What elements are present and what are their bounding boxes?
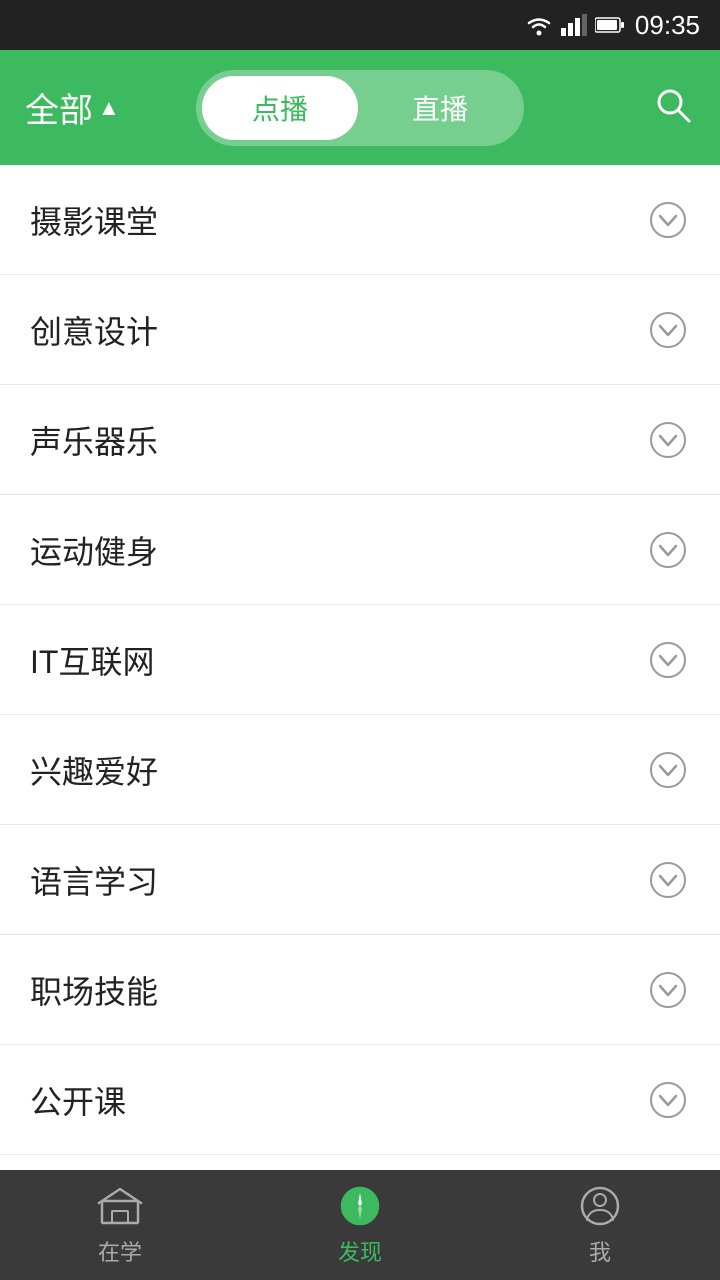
nav-label-discover: 发现 — [338, 1235, 382, 1267]
chevron-down-icon — [646, 968, 690, 1012]
nav-label-learning: 在学 — [98, 1235, 142, 1267]
tab-toggle-group: 点播 直播 — [196, 70, 524, 146]
battery-icon — [595, 16, 625, 34]
all-label: 全部 — [25, 83, 93, 132]
chevron-down-icon — [646, 1078, 690, 1122]
list-item-career[interactable]: 职场技能 — [0, 935, 720, 1045]
list-item-label: 摄影课堂 — [30, 197, 158, 243]
building-icon — [97, 1183, 143, 1229]
list-item-opencourse[interactable]: 公开课 — [0, 1045, 720, 1155]
list-item-label: 运动健身 — [30, 527, 158, 573]
compass-icon — [337, 1183, 383, 1229]
signal-icon — [561, 14, 587, 36]
list-item-music[interactable]: 声乐器乐 — [0, 385, 720, 495]
status-icons — [525, 14, 625, 36]
list-item-sports[interactable]: 运动健身 — [0, 495, 720, 605]
nav-item-me[interactable]: 我 — [480, 1170, 720, 1280]
chevron-down-icon — [646, 308, 690, 352]
list-item-label: 创意设计 — [30, 307, 158, 353]
list-item-hobbies[interactable]: 兴趣爱好 — [0, 715, 720, 825]
chevron-down-icon — [646, 858, 690, 902]
tab-vod[interactable]: 点播 — [202, 76, 358, 140]
bottom-navigation: 在学 发现 我 — [0, 1170, 720, 1280]
chevron-down-icon — [646, 528, 690, 572]
list-item-language[interactable]: 语言学习 — [0, 825, 720, 935]
list-item-label: 声乐器乐 — [30, 417, 158, 463]
list-item-photography[interactable]: 摄影课堂 — [0, 165, 720, 275]
list-item-label: 语言学习 — [30, 857, 158, 903]
app-header: 全部 ▲ 点播 直播 — [0, 50, 720, 165]
search-button[interactable] — [651, 83, 695, 132]
tab-live[interactable]: 直播 — [362, 76, 518, 140]
category-dropdown[interactable]: 全部 ▲ — [25, 83, 120, 132]
nav-label-me: 我 — [589, 1235, 611, 1267]
category-list: 摄影课堂 创意设计 声乐器乐 运动健身 IT互联网 — [0, 165, 720, 1170]
list-item-label: 公开课 — [30, 1077, 126, 1123]
status-time: 09:35 — [635, 10, 700, 41]
search-icon — [651, 83, 695, 127]
list-item-label: 兴趣爱好 — [30, 747, 158, 793]
chevron-down-icon — [646, 638, 690, 682]
dropdown-arrow: ▲ — [98, 95, 120, 121]
nav-item-learning[interactable]: 在学 — [0, 1170, 240, 1280]
list-item-design[interactable]: 创意设计 — [0, 275, 720, 385]
list-item-label: 职场技能 — [30, 967, 158, 1013]
wifi-icon — [525, 14, 553, 36]
chevron-down-icon — [646, 198, 690, 242]
list-item-label: IT互联网 — [30, 637, 154, 683]
list-item-it[interactable]: IT互联网 — [0, 605, 720, 715]
nav-item-discover[interactable]: 发现 — [240, 1170, 480, 1280]
chevron-down-icon — [646, 418, 690, 462]
person-icon — [577, 1183, 623, 1229]
status-bar: 09:35 — [0, 0, 720, 50]
chevron-down-icon — [646, 748, 690, 792]
